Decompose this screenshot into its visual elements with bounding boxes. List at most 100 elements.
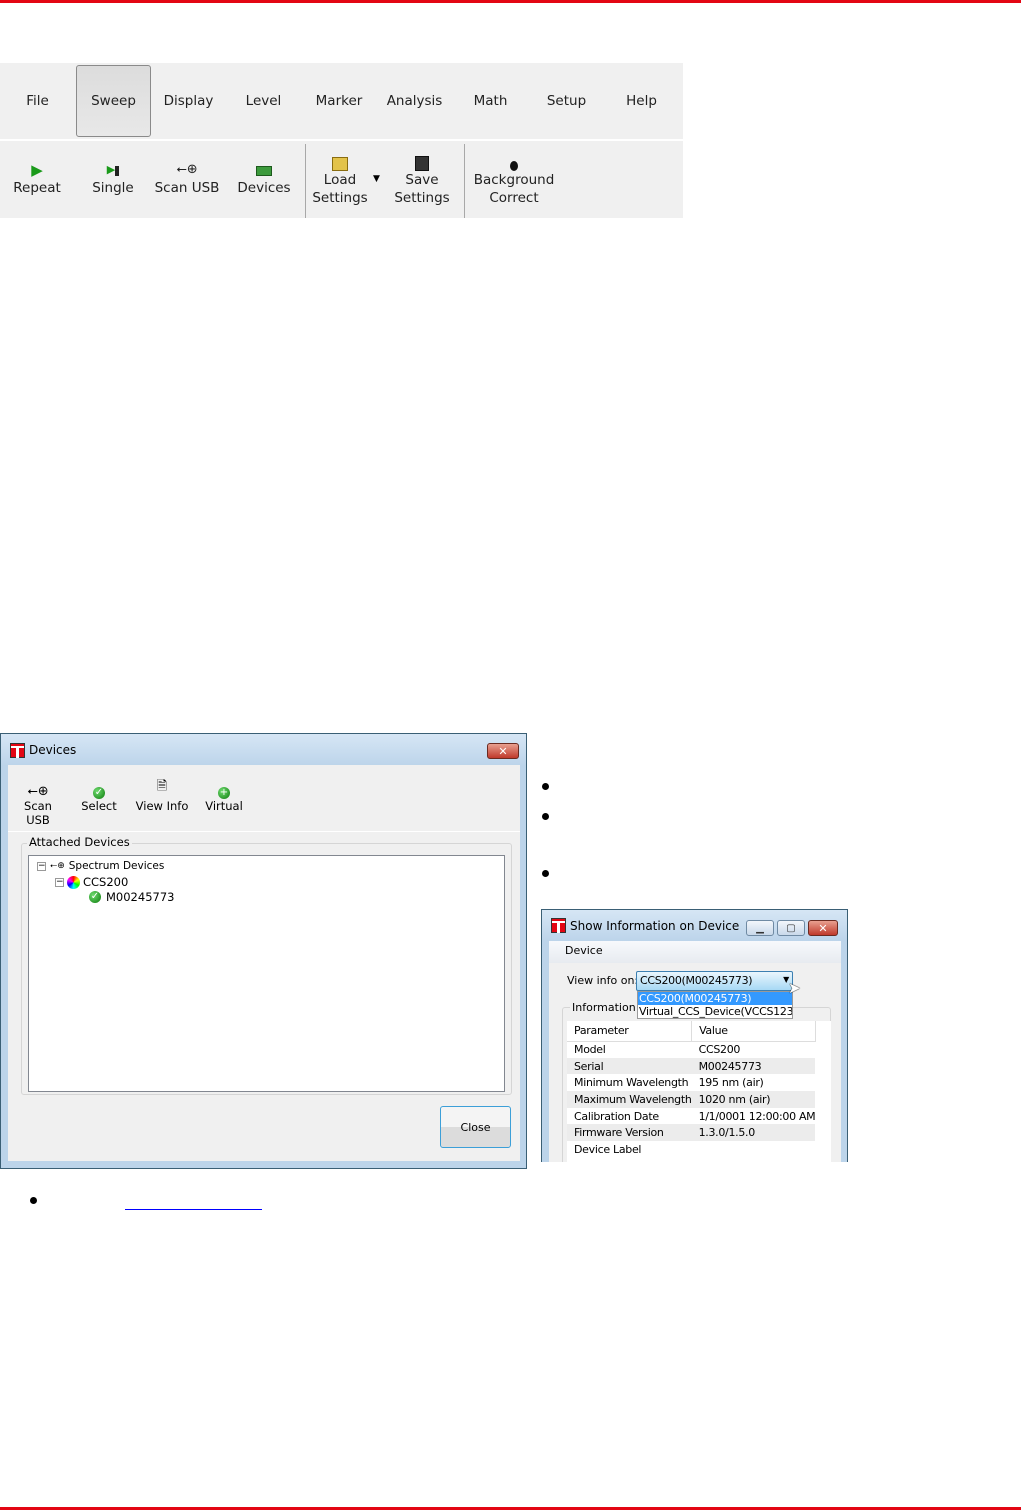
view-info-button[interactable]: 🗎 View Info bbox=[134, 779, 190, 813]
cell-parameter: Firmware Version bbox=[567, 1124, 692, 1142]
cell-parameter: Device Label bbox=[574, 1142, 642, 1156]
devices-icon bbox=[234, 159, 294, 179]
play-icon: ▶ bbox=[31, 161, 43, 179]
table-row: Calibration Date 1/1/0001 12:00:00 AM bbox=[567, 1108, 816, 1125]
cell-parameter: Maximum Wavelength bbox=[567, 1091, 692, 1108]
close-icon[interactable]: ✕ bbox=[808, 920, 838, 936]
hyperlink-underline[interactable] bbox=[125, 1209, 262, 1210]
cell-value: 1/1/0001 12:00:00 AM bbox=[698, 1109, 816, 1123]
app-logo-icon bbox=[551, 918, 566, 933]
minimize-icon[interactable]: ▁ bbox=[746, 920, 774, 936]
table-row: Serial M00245773 bbox=[567, 1057, 816, 1075]
view-info-label: View Info bbox=[135, 799, 189, 813]
tab-setup[interactable]: Setup bbox=[529, 65, 604, 137]
save-settings-button[interactable]: Save Settings bbox=[392, 141, 452, 218]
tab-level[interactable]: Level bbox=[226, 65, 301, 137]
save-settings-icon bbox=[392, 151, 452, 171]
usb-icon: ⭠⊕ bbox=[27, 784, 49, 799]
devices-dialog: Devices ✕ ⭠⊕ Scan USB ✓ Select 🗎 View In… bbox=[0, 733, 527, 1169]
scan-usb-button[interactable]: ⭠⊕ Scan USB bbox=[12, 781, 64, 827]
repeat-button[interactable]: ▶ Repeat bbox=[8, 141, 66, 218]
cell-parameter: Minimum Wavelength bbox=[574, 1076, 689, 1090]
single-button[interactable]: ▶ Single bbox=[84, 141, 142, 218]
table-row: Firmware Version 1.3.0/1.5.0 bbox=[567, 1124, 816, 1142]
single-label: Single bbox=[92, 180, 134, 196]
collapse-icon[interactable]: − bbox=[55, 877, 64, 887]
table-row: Minimum Wavelength 195 nm (air) bbox=[567, 1074, 815, 1091]
tab-math[interactable]: Math bbox=[452, 65, 529, 137]
table-row: Maximum Wavelength 1020 nm (air) bbox=[567, 1091, 816, 1108]
close-button[interactable]: Close bbox=[440, 1106, 511, 1148]
cell-value: 1020 nm (air) bbox=[691, 1091, 816, 1108]
devices-button[interactable]: Devices bbox=[234, 141, 294, 218]
maximize-icon[interactable]: ▢ bbox=[777, 920, 805, 936]
scan-usb-label: Scan USB bbox=[24, 799, 52, 827]
tab-analysis[interactable]: Analysis bbox=[377, 65, 452, 137]
background-correct-label-1: Background bbox=[473, 172, 555, 188]
device-tree[interactable]: − ⭠⊕ Spectrum Devices − CCS200 ✓ M002457… bbox=[28, 855, 505, 1092]
separator bbox=[464, 144, 465, 218]
view-info-label: View info on: bbox=[567, 974, 639, 987]
select-button[interactable]: ✓ Select bbox=[78, 781, 120, 813]
load-settings-label-2: Settings bbox=[312, 190, 368, 206]
bulb-icon bbox=[470, 151, 558, 171]
tree-node-ccs200[interactable]: − CCS200 bbox=[55, 875, 128, 889]
load-settings-icon bbox=[310, 151, 370, 171]
devices-label: Devices bbox=[237, 180, 291, 196]
column-header-parameter[interactable]: Parameter bbox=[567, 1021, 693, 1041]
bullet bbox=[30, 1197, 37, 1204]
tree-node-spectrum-devices[interactable]: − ⭠⊕ Spectrum Devices bbox=[37, 860, 164, 872]
information-label: Information bbox=[570, 1001, 638, 1014]
bullet bbox=[542, 813, 549, 820]
devices-dialog-title: Devices bbox=[29, 743, 77, 757]
checkmark-icon: ✓ bbox=[89, 891, 101, 903]
ribbon-toolbar: ▶ Repeat ▶ Single ⭠⊕ Scan USB Devices Lo… bbox=[0, 141, 683, 218]
combo-selected-value: CCS200(M00245773) bbox=[640, 974, 753, 987]
scan-usb-button[interactable]: ⭠⊕ Scan USB bbox=[153, 141, 221, 218]
close-icon[interactable]: ✕ bbox=[487, 743, 519, 759]
tab-help[interactable]: Help bbox=[604, 65, 679, 137]
add-icon: + bbox=[218, 787, 230, 799]
usb-icon: ⭠⊕ bbox=[50, 861, 65, 871]
save-settings-label-2: Settings bbox=[394, 190, 450, 206]
ribbon-menu-bar: File Sweep Display Level Marker Analysis… bbox=[0, 63, 683, 139]
tab-sweep[interactable]: Sweep bbox=[76, 65, 151, 137]
menu-device[interactable]: Device bbox=[549, 941, 841, 963]
collapse-icon[interactable]: − bbox=[37, 861, 46, 871]
devices-dialog-body: ⭠⊕ Scan USB ✓ Select 🗎 View Info + Virtu… bbox=[8, 765, 520, 1161]
mouse-cursor-icon: ➤ bbox=[788, 979, 801, 997]
option-ccs200[interactable]: CCS200(M00245773) bbox=[638, 992, 792, 1005]
cell-value: M00245773 bbox=[691, 1057, 816, 1075]
app-logo-icon bbox=[10, 742, 25, 758]
tree-label: Spectrum Devices bbox=[68, 860, 165, 872]
view-info-combo[interactable]: CCS200(M00245773) ▼ bbox=[636, 971, 793, 991]
table-row: Device Label bbox=[567, 1141, 815, 1158]
separator bbox=[305, 144, 306, 218]
tree-label: CCS200 bbox=[83, 875, 129, 889]
tab-display[interactable]: Display bbox=[151, 65, 226, 137]
virtual-label: Virtual bbox=[205, 799, 243, 813]
info-titlebar: Show Information on Device ▁ ▢ ✕ bbox=[542, 910, 847, 941]
color-wheel-icon bbox=[67, 875, 80, 889]
cell-value: 1.3.0/1.5.0 bbox=[691, 1124, 816, 1142]
load-settings-dropdown-icon[interactable]: ▼ bbox=[373, 174, 380, 184]
option-virtual-device[interactable]: Virtual_CCS_Device(VCCS12345 bbox=[638, 1005, 792, 1018]
header-rule bbox=[0, 0, 1021, 3]
tree-node-serial[interactable]: ✓ M00245773 bbox=[89, 890, 174, 904]
info-icon: 🗎 bbox=[156, 779, 168, 794]
tab-file[interactable]: File bbox=[0, 65, 75, 137]
table-row: Model CCS200 bbox=[567, 1041, 815, 1058]
single-step-icon: ▶ bbox=[84, 159, 142, 179]
tab-marker[interactable]: Marker bbox=[301, 65, 377, 137]
virtual-button[interactable]: + Virtual bbox=[202, 781, 246, 813]
devices-titlebar: Devices ✕ bbox=[1, 734, 526, 766]
background-correct-button[interactable]: Background Correct bbox=[470, 141, 558, 218]
scan-usb-label: Scan USB bbox=[154, 180, 220, 196]
footer-rule bbox=[0, 1507, 1021, 1510]
usb-icon: ⭠⊕ bbox=[176, 162, 198, 177]
column-header-value[interactable]: Value bbox=[691, 1021, 816, 1041]
load-settings-button[interactable]: Load Settings bbox=[310, 141, 370, 218]
divider bbox=[8, 831, 520, 832]
save-settings-label-1: Save bbox=[405, 172, 439, 188]
tree-label: M00245773 bbox=[106, 890, 175, 904]
